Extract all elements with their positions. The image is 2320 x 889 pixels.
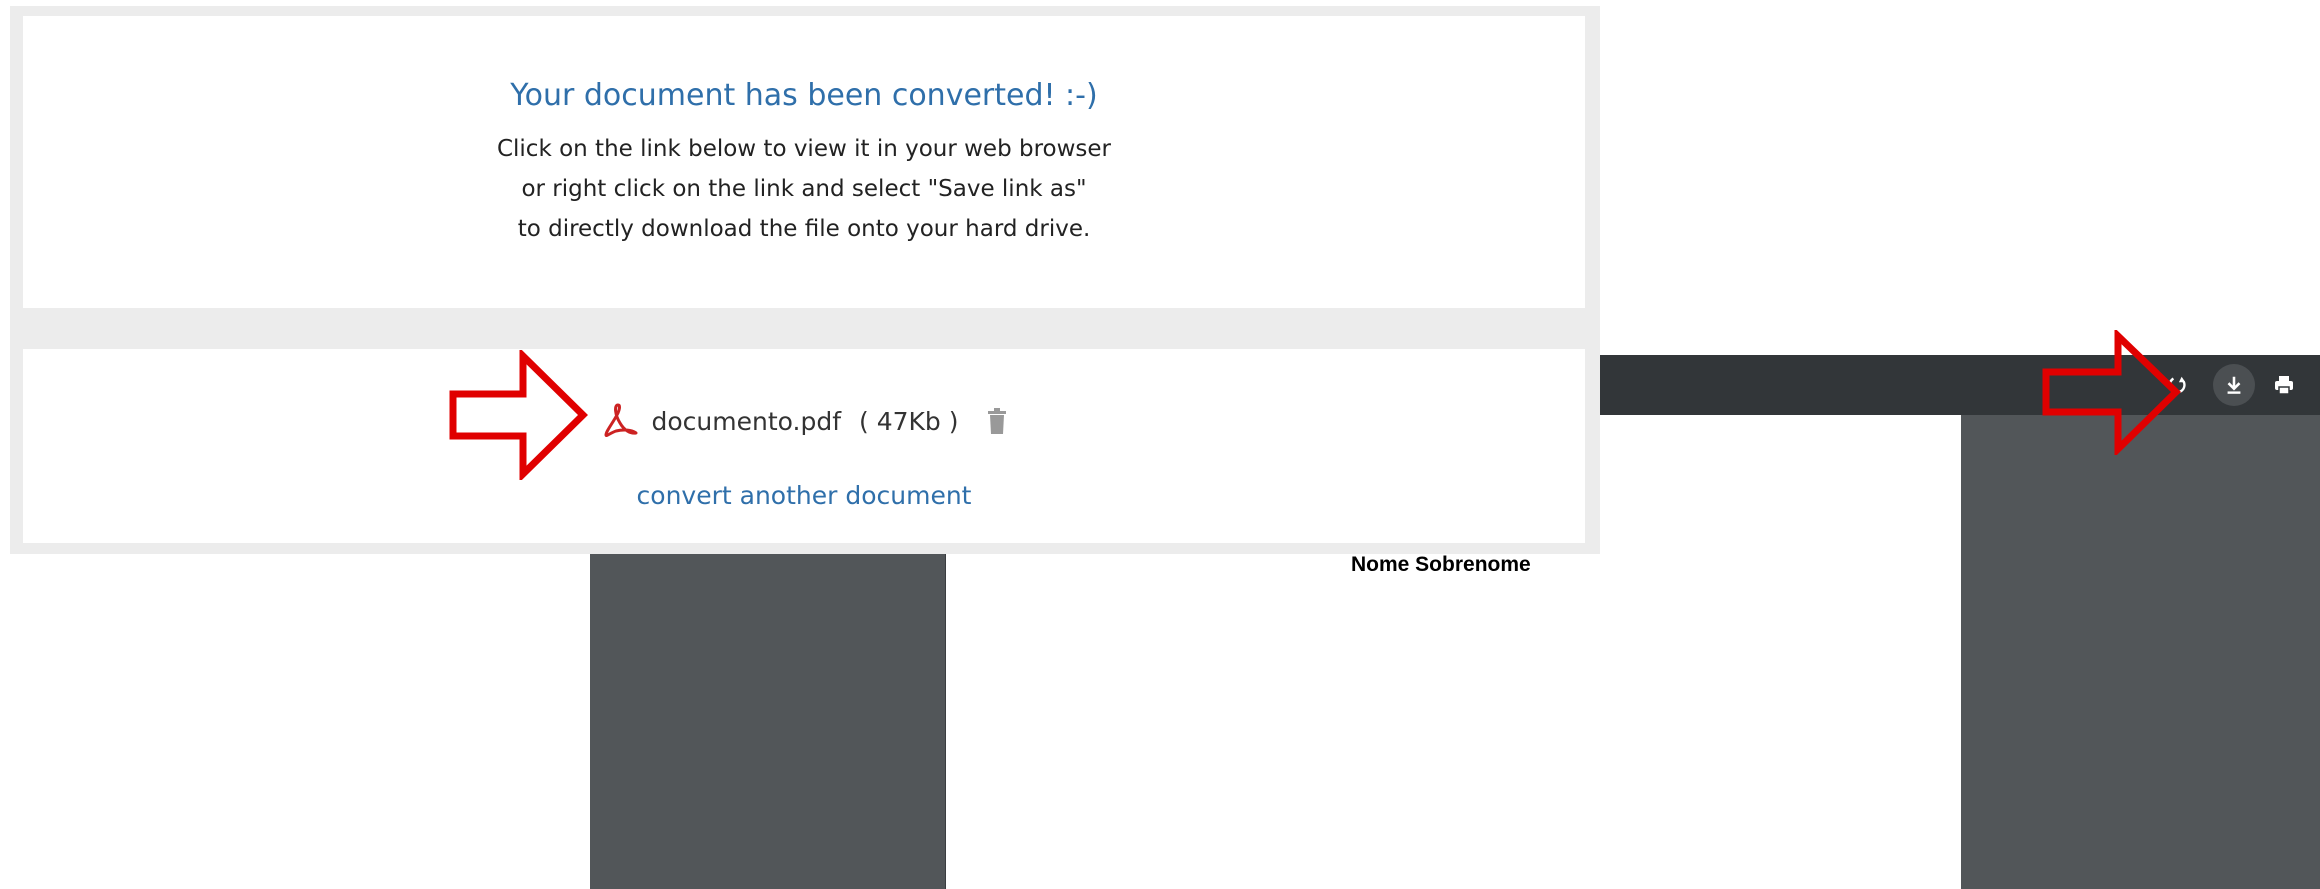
instruction-line: to directly download the file onto your … [517,216,1091,242]
delete-button[interactable] [986,407,1008,435]
download-button[interactable] [2213,364,2255,406]
print-button[interactable] [2263,364,2305,406]
trash-icon [988,408,1007,434]
annotation-arrow-right [2042,330,2182,455]
converter-result: Your document has been converted! :-) Cl… [10,6,1600,554]
file-link[interactable]: documento.pdf [652,407,841,436]
file-row: documento.pdf ( 47Kb ) [23,397,1585,445]
instruction-line: or right click on the link and select "S… [521,176,1087,202]
message-panel: Your document has been converted! :-) Cl… [23,16,1585,308]
file-size: ( 47Kb ) [859,406,959,436]
file-panel: documento.pdf ( 47Kb ) convert another d… [23,349,1585,543]
viewer-toolbar [1590,355,2320,415]
instruction-line: Click on the link below to view it in yo… [496,136,1112,162]
pdf-icon [604,403,638,437]
pdf-page-text: Nome Sobrenome [1351,553,1531,576]
print-icon [2275,376,2293,395]
convert-another-link[interactable]: convert another document [23,481,1585,510]
annotation-arrow-left [449,350,588,480]
download-icon [2227,376,2241,394]
success-title: Your document has been converted! :-) [510,78,1098,113]
